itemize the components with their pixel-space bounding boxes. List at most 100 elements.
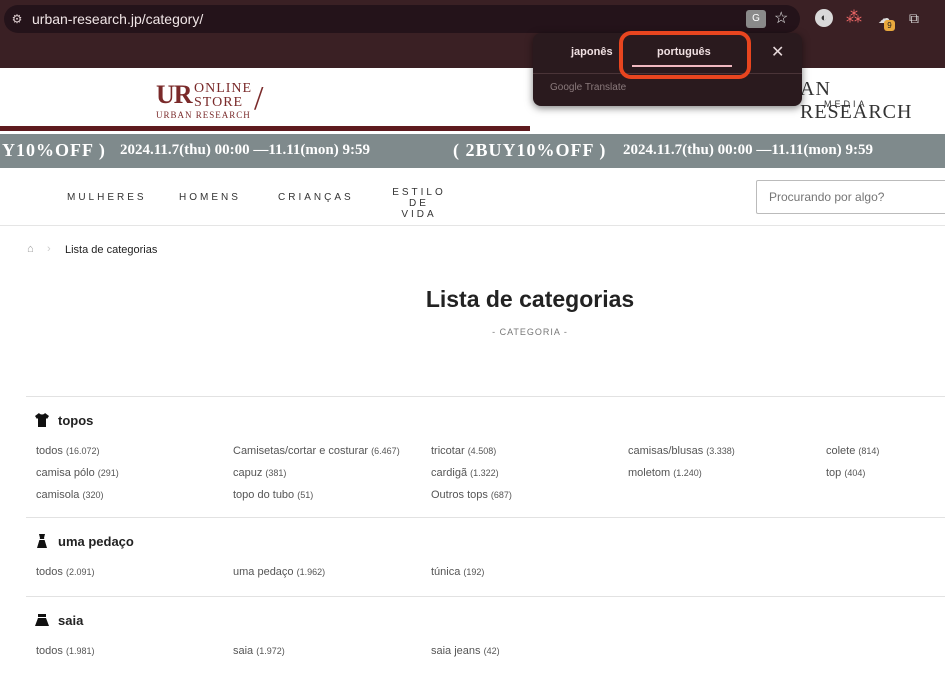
nav-item-criancas[interactable]: CRIANÇAS xyxy=(278,192,354,203)
link-label: topo do tubo xyxy=(233,489,295,501)
link-label: moletom xyxy=(628,467,671,479)
logo-slash: / xyxy=(254,80,264,117)
link-label: top xyxy=(826,467,842,479)
link-count: (192) xyxy=(463,567,485,577)
link-label: todos xyxy=(36,445,63,457)
category-link[interactable]: camisola (320) xyxy=(36,489,103,501)
category-link[interactable]: saia (1.972) xyxy=(233,645,285,657)
banner-promo-right: ( 2BUY10%OFF ) xyxy=(453,140,607,160)
link-count: (6.467) xyxy=(371,446,400,456)
address-url[interactable]: urban-research.jp/category/ xyxy=(32,11,203,27)
tab-japanese[interactable]: japonês xyxy=(571,46,613,58)
extension-badge: 9 xyxy=(884,20,895,31)
category-link[interactable]: uma pedaço (1.962) xyxy=(233,566,325,578)
banner-promo-left: Y10%OFF ) xyxy=(2,140,106,160)
link-count: (1.981) xyxy=(65,646,95,656)
asana-extension-icon[interactable]: ⁂ xyxy=(845,9,863,27)
link-count: (381) xyxy=(265,468,287,478)
link-label: tricotar xyxy=(431,445,465,457)
link-label: cardigã xyxy=(431,467,468,479)
category-section: topos todos (16.072) Camisetas/cortar e … xyxy=(26,396,945,518)
category-link[interactable]: todos (16.072) xyxy=(36,445,100,457)
logo-online: ONLINE xyxy=(194,81,253,96)
category-link[interactable]: Outros tops (687) xyxy=(431,489,512,501)
home-icon[interactable]: ⌂ xyxy=(27,243,34,255)
nav-item-mulheres[interactable]: MULHERES xyxy=(67,192,147,203)
link-label: Camisetas/cortar e costurar xyxy=(233,445,369,457)
ur-online-store-logo[interactable]: UR ONLINE STORE / URBAN RESEARCH xyxy=(156,76,286,124)
store-tab-underline xyxy=(0,126,530,131)
highlight-annotation xyxy=(619,31,751,79)
urban-research-media-logo[interactable]: AN RESEARCH xyxy=(800,78,945,124)
link-label: túnica xyxy=(431,566,461,578)
logo-ur: UR xyxy=(156,80,193,109)
link-count: (291) xyxy=(97,468,119,478)
link-count: (814) xyxy=(858,446,880,456)
category-link[interactable]: top (404) xyxy=(826,467,865,479)
skirt-icon xyxy=(35,614,49,626)
category-link[interactable]: moletom (1.240) xyxy=(628,467,702,479)
search-input[interactable] xyxy=(756,180,945,214)
page-title: Lista de categorias xyxy=(425,286,635,312)
extensions-puzzle-icon[interactable]: ⧉ xyxy=(905,9,923,27)
media-logo-subtitle: MEDIA xyxy=(824,99,868,109)
link-count: (51) xyxy=(297,490,314,500)
nav-item-estilo-de-vida[interactable]: ESTILO DE VIDA xyxy=(380,187,458,220)
link-label: camisa pólo xyxy=(36,467,95,479)
link-label: todos xyxy=(36,566,63,578)
dress-icon xyxy=(37,534,47,548)
category-link[interactable]: camisa pólo (291) xyxy=(36,467,119,479)
category-link[interactable]: saia jeans (42) xyxy=(431,645,500,657)
link-label: todos xyxy=(36,645,63,657)
link-count: (42) xyxy=(483,646,500,656)
close-icon[interactable]: ✕ xyxy=(771,42,784,62)
logo-online-store: ONLINE STORE xyxy=(194,82,252,110)
site-info-icon[interactable]: ⚙ xyxy=(10,12,24,26)
category-link[interactable]: camisas/blusas (3.338) xyxy=(628,445,735,457)
category-name: saia xyxy=(58,613,84,628)
link-label: saia xyxy=(233,645,254,657)
logo-store: STORE xyxy=(194,95,244,110)
browser-toolbar: ⚙ urban-research.jp/category/ G ☆ ◐ ⁂ ☁ … xyxy=(0,0,945,68)
link-label: uma pedaço xyxy=(233,566,294,578)
category-link[interactable]: capuz (381) xyxy=(233,467,286,479)
category-name: uma pedaço xyxy=(58,534,134,549)
link-count: (4.508) xyxy=(467,446,497,456)
category-link[interactable]: cardigã (1.322) xyxy=(431,467,499,479)
category-link[interactable]: todos (1.981) xyxy=(36,645,95,657)
url-path: /category/ xyxy=(141,11,204,27)
link-count: (3.338) xyxy=(706,446,735,456)
extension-icon[interactable]: ◐ xyxy=(815,9,833,27)
category-name: topos xyxy=(58,413,94,428)
url-host: urban-research.jp xyxy=(32,11,142,27)
chevron-right-icon: › xyxy=(47,243,51,255)
address-bar[interactable]: ⚙ urban-research.jp/category/ G ☆ xyxy=(4,5,800,33)
category-link[interactable]: tricotar (4.508) xyxy=(431,445,496,457)
category-section: saia todos (1.981) saia (1.972) saia jea… xyxy=(26,596,945,676)
link-count: (2.091) xyxy=(65,567,95,577)
tshirt-icon xyxy=(35,413,49,427)
logo-subtitle: URBAN RESEARCH xyxy=(156,110,251,120)
category-section: uma pedaço todos (2.091) uma pedaço (1.9… xyxy=(26,517,945,597)
nav-item-homens[interactable]: HOMENS xyxy=(179,192,241,203)
category-link[interactable]: colete (814) xyxy=(826,445,879,457)
campaign-banner[interactable]: Y10%OFF ) 2024.11.7(thu) 00:00 —11.11(mo… xyxy=(0,134,945,168)
link-label: colete xyxy=(826,445,856,457)
link-label: saia jeans xyxy=(431,645,481,657)
translate-icon[interactable]: G xyxy=(746,10,766,28)
link-count: (1.962) xyxy=(296,567,326,577)
link-label: camisola xyxy=(36,489,80,501)
link-count: (1.322) xyxy=(470,468,499,478)
google-translate-label: Google Translate xyxy=(550,82,627,93)
link-count: (320) xyxy=(82,490,104,500)
category-link[interactable]: topo do tubo (51) xyxy=(233,489,313,501)
link-count: (687) xyxy=(490,490,512,500)
category-link[interactable]: túnica (192) xyxy=(431,566,484,578)
category-link[interactable]: todos (2.091) xyxy=(36,566,95,578)
breadcrumb-current: Lista de categorias xyxy=(65,244,158,256)
bookmark-star-icon[interactable]: ☆ xyxy=(774,8,788,28)
page-subtitle: - CATEGORIA - xyxy=(492,327,568,337)
main-nav: MULHERES HOMENS CRIANÇAS ESTILO DE VIDA xyxy=(0,168,945,226)
category-link[interactable]: Camisetas/cortar e costurar (6.467) xyxy=(233,445,400,457)
nav-item-line: ESTILO DE xyxy=(392,187,446,209)
